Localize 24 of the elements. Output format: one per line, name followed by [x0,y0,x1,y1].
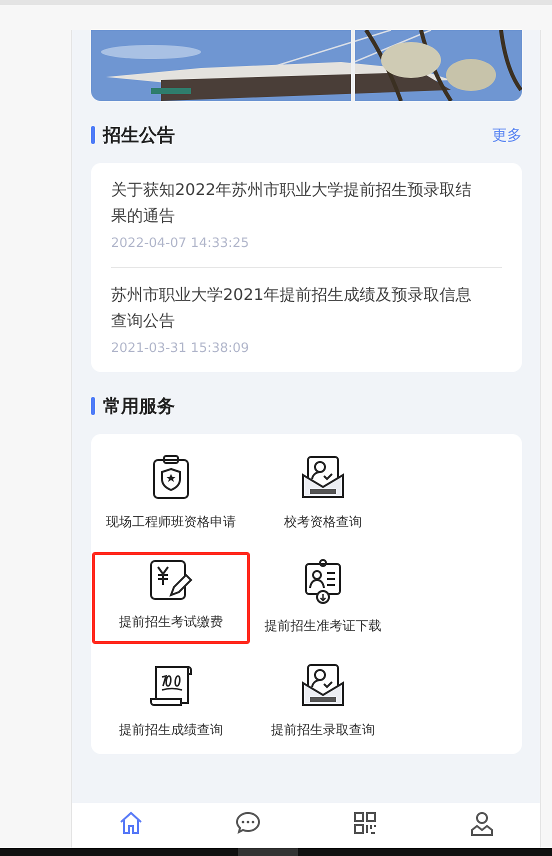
service-label: 校考资格查询 [284,514,362,531]
section-title: 招生公告 [103,124,175,147]
yen-pencil-icon [149,559,193,601]
qr-grid-icon [352,811,376,835]
service-label: 提前招生成绩查询 [119,722,223,739]
home-icon [118,811,142,835]
notice-title[interactable]: 苏州市职业大学2021年提前招生成绩及预录取信息查询公告 [111,282,483,334]
service-label: 提前招生录取查询 [271,722,375,739]
score-scroll-icon [148,663,194,709]
clipboard-shield-icon [151,455,191,501]
user-icon [470,811,494,837]
envelope-person-icon [300,663,346,709]
notice-time: 2022-04-07 14:33:25 [111,236,250,251]
highlighted-service-item[interactable]: 提前招生考试缴费 [92,552,250,644]
envelope-person-icon [300,455,346,501]
scroll-thumb [238,848,298,856]
notice-title[interactable]: 关于获知2022年苏州市职业大学提前招生预录取结果的通告 [111,177,483,229]
notice-time: 2021-03-31 15:38:09 [111,341,250,356]
chat-bubble-icon [234,811,260,835]
service-label: 提前招生准考证下载 [264,618,382,635]
service-label: 现场工程师班资格申请 [106,514,236,531]
id-card-download-icon [303,559,343,605]
section-title: 常用服务 [103,395,175,418]
service-label: 提前招生考试缴费 [119,614,223,631]
